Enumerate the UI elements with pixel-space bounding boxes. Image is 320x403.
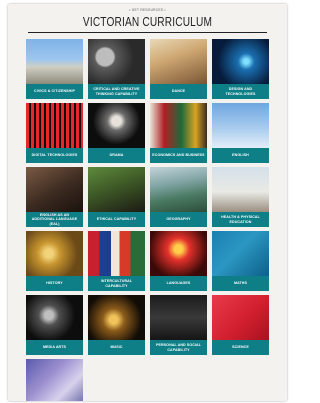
subject-tile-label[interactable]: SCIENCE xyxy=(212,340,269,355)
paper-planes-photo[interactable] xyxy=(212,103,269,148)
subject-tile[interactable]: LANGUAGES xyxy=(150,231,207,291)
chinese-lanterns-photo[interactable] xyxy=(150,231,207,276)
subject-tile[interactable]: DESIGN AND TECHNOLOGIES xyxy=(212,39,269,99)
magnet-photo[interactable] xyxy=(212,295,269,340)
coca-cola-sign-photo[interactable] xyxy=(150,103,207,148)
circuit-network-photo[interactable] xyxy=(212,39,269,84)
subject-tile-label[interactable]: ENGLISH AS AN ADDITIONAL LANGUAGE (EAL) xyxy=(26,212,83,227)
subject-tile[interactable]: MUSIC xyxy=(88,295,145,355)
abstract-art-photo[interactable] xyxy=(26,359,83,401)
subject-tile[interactable]: ENGLISH xyxy=(212,103,269,163)
subject-tile[interactable]: ECONOMICS AND BUSINESS xyxy=(150,103,207,163)
saxophone-photo[interactable] xyxy=(88,295,145,340)
subject-tile[interactable]: DIGITAL TECHNOLOGIES xyxy=(26,103,83,163)
subject-tile[interactable]: HEALTH & PHYSICAL EDUCATION xyxy=(212,167,269,227)
subject-tile-label[interactable]: ECONOMICS AND BUSINESS xyxy=(150,148,207,163)
subject-tile-label[interactable]: CRITICAL AND CREATIVE THINKING CAPABILIT… xyxy=(88,84,145,99)
welcome-sign-photo[interactable] xyxy=(150,295,207,340)
subject-tile-label[interactable]: DRAMA xyxy=(88,148,145,163)
subject-tile[interactable]: CRITICAL AND CREATIVE THINKING CAPABILIT… xyxy=(88,39,145,99)
subject-tile-label[interactable]: HISTORY xyxy=(26,276,83,291)
subject-tile-label[interactable]: LANGUAGES xyxy=(150,276,207,291)
chimpanzees-photo[interactable] xyxy=(88,167,145,212)
led-lights-photo[interactable] xyxy=(26,103,83,148)
math-symbol-photo[interactable] xyxy=(212,231,269,276)
subject-tile[interactable]: PERSONAL AND SOCIAL CAPABILITY xyxy=(150,295,207,355)
gears-photo[interactable] xyxy=(88,39,145,84)
subject-tile-label[interactable]: HEALTH & PHYSICAL EDUCATION xyxy=(212,212,269,227)
subject-tile-label[interactable]: MEDIA ARTS xyxy=(26,340,83,355)
subject-tile-label[interactable]: ETHICAL CAPABILITY xyxy=(88,212,145,227)
page-kicker: • GET RESOURCES • xyxy=(129,8,166,12)
subject-tile-label[interactable]: PERSONAL AND SOCIAL CAPABILITY xyxy=(150,340,207,355)
subject-tile-label[interactable]: CIVICS & CITIZENSHIP xyxy=(26,84,83,99)
river-aerial-photo[interactable] xyxy=(150,167,207,212)
subject-tile-label[interactable]: DESIGN AND TECHNOLOGIES xyxy=(212,84,269,99)
gold-ornaments-photo[interactable] xyxy=(26,231,83,276)
subject-grid: CIVICS & CITIZENSHIP CRITICAL AND CREATIV… xyxy=(26,39,269,401)
subject-tile[interactable]: SCIENCE xyxy=(212,295,269,355)
subject-tile[interactable]: HISTORY xyxy=(26,231,83,291)
film-reel-photo[interactable] xyxy=(26,295,83,340)
subject-tile[interactable]: INTERCULTURAL CAPABILITY xyxy=(88,231,145,291)
subject-tile-label[interactable]: MUSIC xyxy=(88,340,145,355)
subject-tile-label[interactable]: ENGLISH xyxy=(212,148,269,163)
actor-with-mask-photo[interactable] xyxy=(88,103,145,148)
subject-tile[interactable]: GEOGRAPHY xyxy=(150,167,207,227)
flags-photo[interactable] xyxy=(88,231,145,276)
page-title: VICTORIAN CURRICULUM xyxy=(82,14,213,29)
cyclist-photo[interactable] xyxy=(212,167,269,212)
subject-tile[interactable]: MATHS xyxy=(212,231,269,291)
people-talking-photo[interactable] xyxy=(26,167,83,212)
subject-tile-label[interactable]: INTERCULTURAL CAPABILITY xyxy=(88,276,145,291)
subject-tile[interactable]: ENGLISH AS AN ADDITIONAL LANGUAGE (EAL) xyxy=(26,167,83,227)
subject-tile-label[interactable]: DANCE xyxy=(150,84,207,99)
parliament-building-photo[interactable] xyxy=(26,39,83,84)
subject-tile[interactable]: ETHICAL CAPABILITY xyxy=(88,167,145,227)
curriculum-page: • GET RESOURCES • VICTORIAN CURRICULUM C… xyxy=(8,4,287,401)
subject-tile[interactable]: MEDIA ARTS xyxy=(26,295,83,355)
title-divider xyxy=(28,32,267,33)
subject-tile-label[interactable]: DIGITAL TECHNOLOGIES xyxy=(26,148,83,163)
subject-tile[interactable]: DANCE xyxy=(150,39,207,99)
subject-tile-label[interactable]: MATHS xyxy=(212,276,269,291)
subject-tile[interactable]: CIVICS & CITIZENSHIP xyxy=(26,39,83,99)
subject-tile[interactable]: DRAMA xyxy=(88,103,145,163)
subject-tile-label[interactable]: GEOGRAPHY xyxy=(150,212,207,227)
subject-tile[interactable]: VISUAL ARTS xyxy=(26,359,83,401)
dancer-photo[interactable] xyxy=(150,39,207,84)
